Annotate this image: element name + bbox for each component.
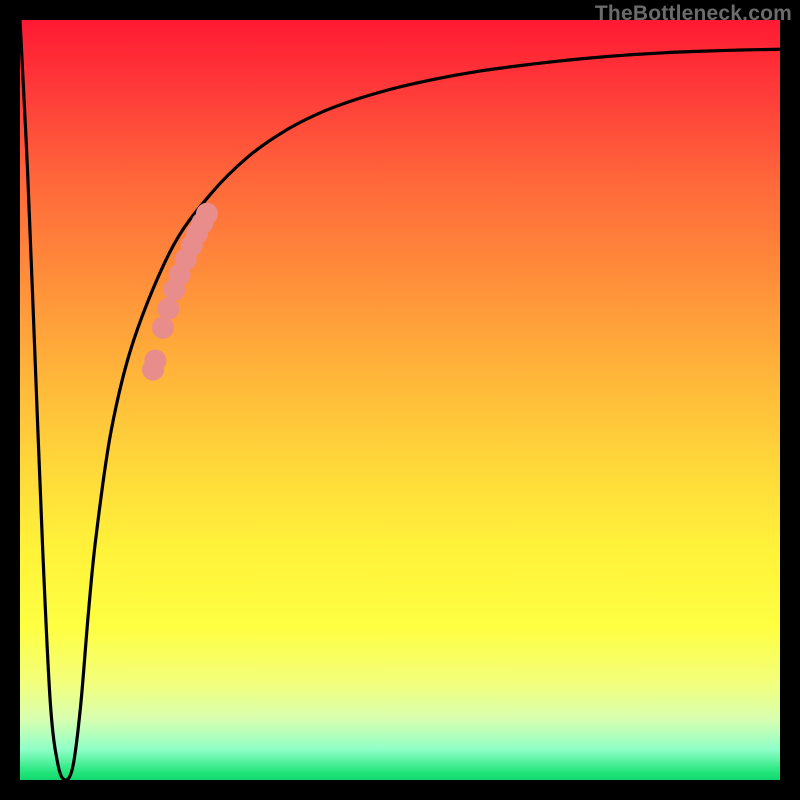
highlight-dot [152,317,174,339]
highlight-dot [157,298,179,320]
highlight-dot [144,349,166,371]
watermark-text: TheBottleneck.com [595,2,792,26]
highlight-dot [196,203,218,225]
chart-frame: TheBottleneck.com [0,0,800,800]
bottleneck-curve [20,20,780,780]
bottleneck-curve-path [20,20,780,780]
plot-area [20,20,780,780]
